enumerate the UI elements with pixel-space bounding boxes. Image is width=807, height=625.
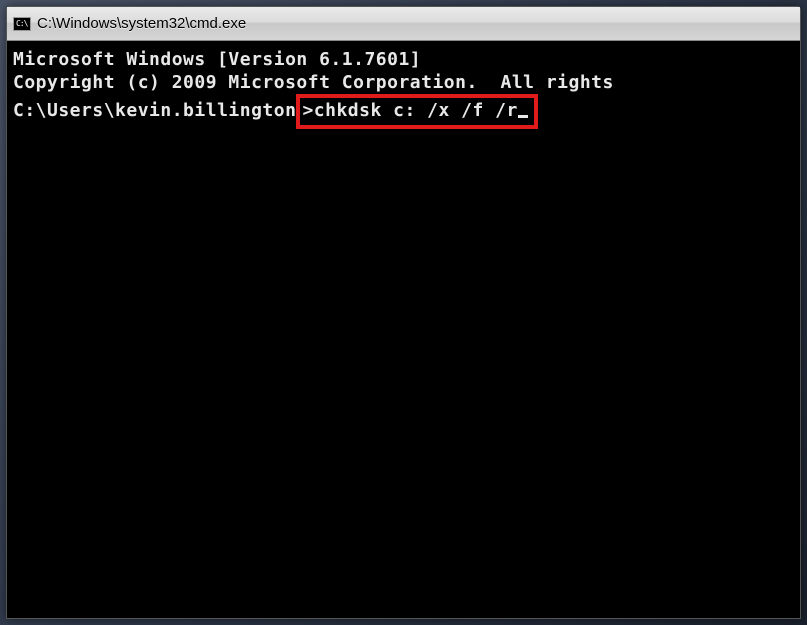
command-highlight: >chkdsk c: /x /f /r <box>296 94 537 129</box>
window-title: C:\Windows\system32\cmd.exe <box>37 15 246 32</box>
terminal-area[interactable]: Microsoft Windows [Version 6.1.7601]Copy… <box>7 41 800 618</box>
prompt-line: C:\Users\kevin.billington >chkdsk c: /x /… <box>13 94 794 129</box>
copyright-line: Copyright (c) 2009 Microsoft Corporation… <box>13 72 794 95</box>
cursor <box>518 115 528 118</box>
cmd-window: C:\ C:\Windows\system32\cmd.exe Microsof… <box>6 6 801 619</box>
command-text: >chkdsk c: /x /f /r <box>302 100 517 121</box>
version-line: Microsoft Windows [Version 6.1.7601] <box>13 49 794 72</box>
prompt-path: C:\Users\kevin.billington <box>13 100 296 121</box>
cmd-icon: C:\ <box>13 17 31 31</box>
titlebar[interactable]: C:\ C:\Windows\system32\cmd.exe <box>7 7 800 41</box>
